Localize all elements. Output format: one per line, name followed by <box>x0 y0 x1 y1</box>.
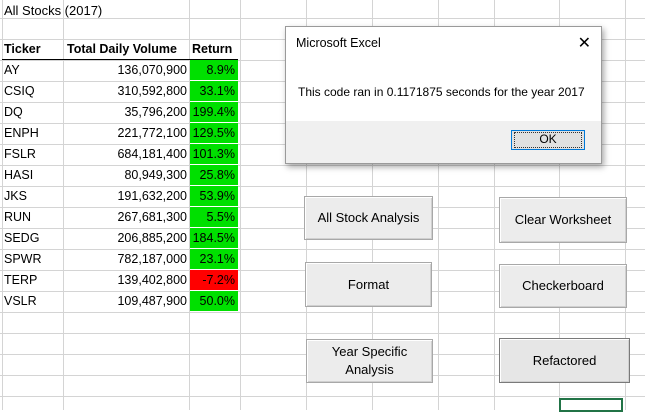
return-cell[interactable]: 199.4% <box>190 102 238 122</box>
ticker-cell[interactable]: VSLR <box>4 291 37 312</box>
ticker-cell[interactable]: DQ <box>4 102 23 123</box>
volume-cell[interactable]: 267,681,300 <box>64 207 187 228</box>
header-return[interactable]: Return <box>192 39 232 60</box>
volume-cell[interactable]: 684,181,400 <box>64 144 187 165</box>
return-cell[interactable]: 8.9% <box>190 60 238 80</box>
year-specific-line1: Year Specific <box>331 344 408 360</box>
ok-button[interactable]: OK <box>511 130 585 150</box>
ticker-cell[interactable]: HASI <box>4 165 33 186</box>
return-cell[interactable]: 129.5% <box>190 123 238 143</box>
return-cell[interactable]: -7.2% <box>190 270 238 290</box>
return-cell[interactable]: 23.1% <box>190 249 238 269</box>
volume-cell[interactable]: 139,402,800 <box>64 270 187 291</box>
return-cell[interactable]: 53.9% <box>190 186 238 206</box>
return-cell[interactable]: 5.5% <box>190 207 238 227</box>
ticker-cell[interactable]: RUN <box>4 207 31 228</box>
close-icon[interactable]: ✕ <box>578 33 591 53</box>
year-specific-analysis-button[interactable]: Year Specific Analysis <box>306 339 433 383</box>
ticker-cell[interactable]: SPWR <box>4 249 42 270</box>
return-cell[interactable]: 25.8% <box>190 165 238 185</box>
volume-cell[interactable]: 191,632,200 <box>64 186 187 207</box>
ticker-cell[interactable]: TERP <box>4 270 37 291</box>
volume-cell[interactable]: 80,949,300 <box>64 165 187 186</box>
volume-cell[interactable]: 35,796,200 <box>64 102 187 123</box>
refactored-button[interactable]: Refactored <box>499 338 630 383</box>
ticker-cell[interactable]: AY <box>4 60 20 81</box>
return-cell[interactable]: 184.5% <box>190 228 238 248</box>
dialog-message: This code ran in 0.1171875 seconds for t… <box>298 85 585 99</box>
volume-cell[interactable]: 310,592,800 <box>64 81 187 102</box>
volume-cell[interactable]: 221,772,100 <box>64 123 187 144</box>
return-cell[interactable]: 101.3% <box>190 144 238 164</box>
ticker-cell[interactable]: ENPH <box>4 123 39 144</box>
dialog-footer: OK <box>286 121 601 163</box>
ticker-cell[interactable]: FSLR <box>4 144 36 165</box>
ticker-cell[interactable]: SEDG <box>4 228 39 249</box>
format-button[interactable]: Format <box>305 262 432 307</box>
dialog-title: Microsoft Excel <box>296 36 381 50</box>
return-cell[interactable]: 50.0% <box>190 291 238 311</box>
volume-cell[interactable]: 206,885,200 <box>64 228 187 249</box>
all-stock-analysis-button[interactable]: All Stock Analysis <box>304 196 433 240</box>
volume-cell[interactable]: 136,070,900 <box>64 60 187 81</box>
volume-cell[interactable]: 109,487,900 <box>64 291 187 312</box>
message-box: Microsoft Excel ✕ This code ran in 0.117… <box>285 26 602 164</box>
header-ticker[interactable]: Ticker <box>4 39 41 60</box>
ok-focus-ring <box>514 132 582 148</box>
header-total-daily-volume[interactable]: Total Daily Volume <box>67 39 177 60</box>
sheet-title: All Stocks (2017) <box>4 3 103 18</box>
year-specific-line2: Analysis <box>345 362 394 377</box>
ticker-cell[interactable]: JKS <box>4 186 27 207</box>
clear-worksheet-button[interactable]: Clear Worksheet <box>499 197 627 243</box>
ticker-cell[interactable]: CSIQ <box>4 81 35 102</box>
return-cell[interactable]: 33.1% <box>190 81 238 101</box>
checkerboard-button[interactable]: Checkerboard <box>499 264 627 308</box>
volume-cell[interactable]: 782,187,000 <box>64 249 187 270</box>
